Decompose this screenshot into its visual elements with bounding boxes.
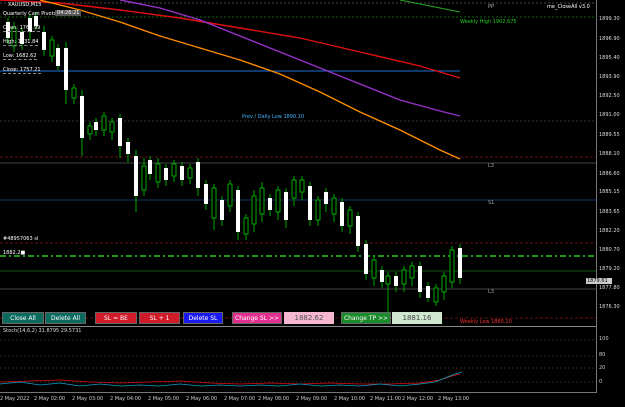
time-axis-tick: 2 May 12:00: [402, 396, 434, 402]
price-axis-tick: 1882.20: [599, 228, 620, 234]
weekly-high-label: Weekly High 1902.675: [460, 19, 517, 25]
low-label: Low: 1682.62: [3, 53, 37, 60]
time-axis-tick: 2 May 13:00: [438, 396, 470, 402]
time-axis-tick: 2 May 08:00: [258, 396, 290, 402]
close-all-button[interactable]: Close All: [2, 312, 44, 324]
change-tp-button[interactable]: Change TP >>: [341, 312, 391, 324]
order-label: #48957063 sl: [3, 236, 39, 242]
time-axis-tick: 2 May 03:00: [72, 396, 104, 402]
high-label: High: 1831.84: [3, 39, 39, 46]
price-axis-tick: 1888.10: [599, 151, 620, 157]
price-axis-tick: 1889.55: [599, 132, 620, 138]
time-axis-tick: 2 May 04:00: [110, 396, 142, 402]
price-axis-tick: 1891.00: [599, 112, 620, 118]
prev-daily-low-label: Prev / Daily Low 1890.10: [242, 114, 305, 120]
price-axis-tick: 1876.30: [599, 304, 620, 310]
price-axis-tick: 1892.50: [599, 93, 620, 99]
time-axis-tick: 2 May 05:00: [148, 396, 180, 402]
time-axis-tick: 2 May 06:00: [186, 396, 218, 402]
current-price-badge: 1879.61: [586, 278, 612, 284]
order-left-value: 1882.2■: [3, 250, 26, 256]
delete-sl-button[interactable]: Delete SL: [183, 312, 223, 324]
price-axis-tick: 1895.40: [599, 55, 620, 61]
stoch-level-20: 20: [599, 365, 606, 371]
time-axis-tick: 2 May 2022: [0, 396, 30, 402]
time-axis-tick: 2 May 02:00: [34, 396, 66, 402]
ea-name: me_CloseAll v3.0: [547, 4, 590, 10]
s1-label: S1: [488, 200, 495, 206]
l3-bottom-label: L3: [488, 289, 494, 295]
price-chart[interactable]: [0, 0, 597, 326]
time-axis-tick: 2 May 10:00: [334, 396, 366, 402]
pivots-badge: 04:26:21: [55, 10, 82, 16]
price-axis-tick: 1893.90: [599, 74, 620, 80]
time-axis-tick: 2 May 07:00: [224, 396, 256, 402]
stoch-level-100: 100: [599, 336, 609, 342]
price-axis-tick: 1883.65: [599, 209, 620, 215]
price-axis-tick: 1899.30: [599, 16, 620, 22]
delete-all-button[interactable]: Delete All: [45, 312, 86, 324]
pivots-title: Quarterly Cam Pivots: [3, 11, 57, 17]
time-axis-tick: 2 May 11:00: [370, 396, 402, 402]
price-axis-tick: 1880.70: [599, 247, 620, 253]
sl-value-input[interactable]: 1882.62: [284, 312, 334, 324]
stochastic-panel[interactable]: [0, 326, 597, 392]
time-axis: 2 May 2022 2 May 02:00 2 May 03:00 2 May 04…: [0, 392, 597, 407]
price-axis-tick: 1886.60: [599, 171, 620, 177]
tp-value-input[interactable]: 1881.16: [392, 312, 442, 324]
open-label: Open: 1769.99: [3, 25, 41, 32]
change-sl-button[interactable]: Change SL >>: [232, 312, 282, 324]
price-axis-tick: 1885.15: [599, 189, 620, 195]
stoch-level-0: 0: [599, 379, 603, 385]
stoch-level-80: 80: [599, 352, 606, 358]
price-axis-tick: 1879.20: [599, 266, 620, 272]
close-label: Close: 1757.21: [3, 67, 41, 74]
price-axis-tick: 1896.90: [599, 36, 620, 42]
sl-plus-button[interactable]: SL + 1: [139, 312, 180, 324]
pp-tag: PP: [488, 4, 495, 10]
price-axis-tick: 1877.80: [599, 285, 620, 291]
weekly-low-label: Weekly Low 1880.10: [460, 319, 512, 325]
l3-top-label: L3: [488, 163, 494, 169]
sl-be-button[interactable]: SL = BE: [95, 312, 137, 324]
stoch-title: Stoch(14,6,2) 31.8795 29.5731: [3, 328, 82, 334]
time-axis-tick: 2 May 09:00: [296, 396, 328, 402]
symbol-label: XAUUSD,M15: [8, 2, 42, 8]
